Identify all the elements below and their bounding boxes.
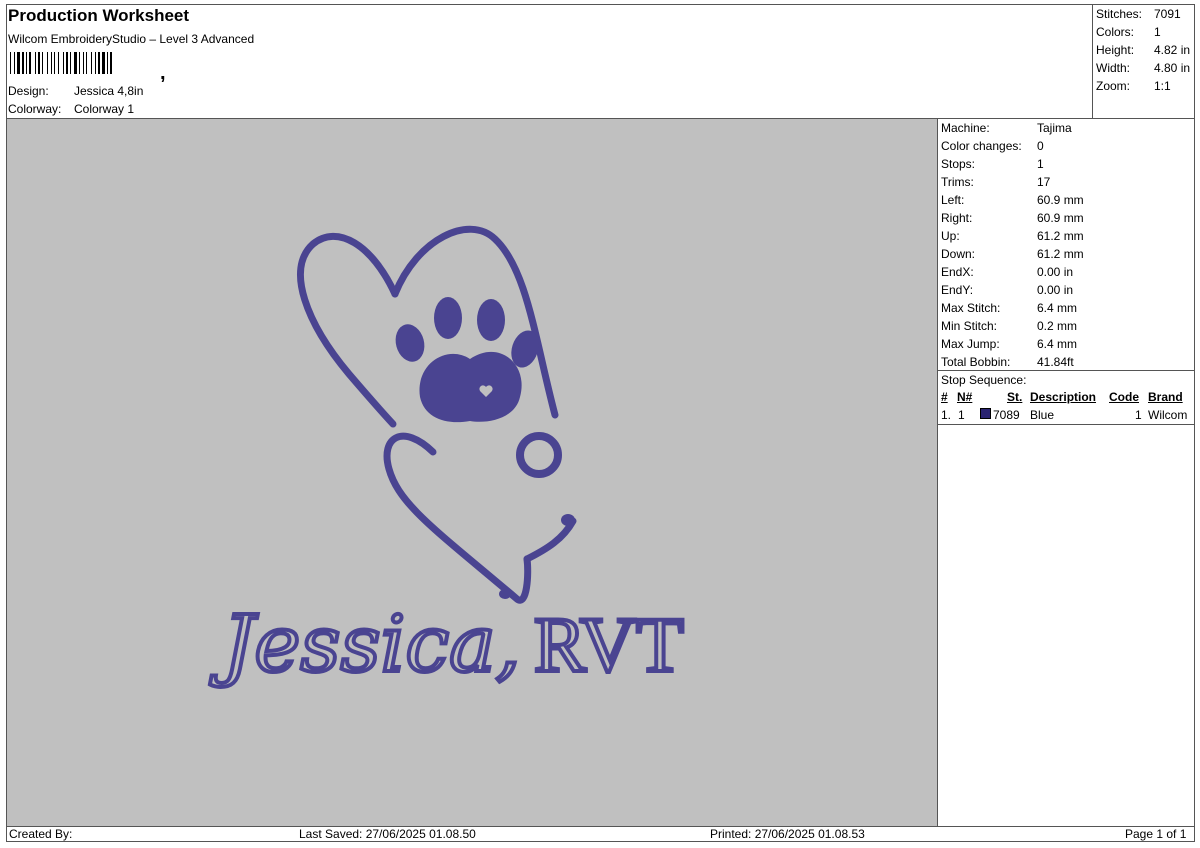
stop-row-description: Blue <box>1030 408 1055 422</box>
paw-print-icon <box>395 297 539 423</box>
detail-row: Min Stitch: 0.2 mm <box>941 319 1077 333</box>
divider <box>937 118 938 826</box>
detail-value: 60.9 mm <box>1037 193 1084 207</box>
detail-label: Left: <box>941 193 965 207</box>
software-subtitle: Wilcom EmbroideryStudio – Level 3 Advanc… <box>8 32 255 46</box>
stat-value: 1 <box>1154 25 1161 39</box>
printed-date: Printed: 27/06/2025 01.08.53 <box>710 827 865 841</box>
detail-label: Max Stitch: <box>941 301 1001 315</box>
stat-label: Colors: <box>1096 25 1135 39</box>
design-row: Design: Jessica 4,8in <box>8 84 143 98</box>
detail-row: EndY: 0.00 in <box>941 283 1073 297</box>
stat-value: 7091 <box>1154 7 1181 21</box>
design-value: Jessica 4,8in <box>74 84 144 98</box>
detail-row: Color changes: 0 <box>941 139 1044 153</box>
detail-value: 17 <box>1037 175 1051 189</box>
color-swatch <box>980 408 991 419</box>
detail-value: 1 <box>1037 157 1044 171</box>
detail-value: 0.00 in <box>1037 283 1074 297</box>
detail-value: 41.84ft <box>1037 355 1074 369</box>
created-by: Created By: <box>9 827 73 841</box>
col-brand: Brand <box>1148 390 1183 404</box>
detail-value: 0.2 mm <box>1037 319 1078 333</box>
design-preview-canvas: Jessica, RVT <box>7 119 937 826</box>
detail-row: Up: 61.2 mm <box>941 229 1084 243</box>
stat-value: 4.82 in <box>1154 43 1191 57</box>
detail-label: Total Bobbin: <box>941 355 1011 369</box>
detail-label: Trims: <box>941 175 974 189</box>
page-title: Production Worksheet <box>8 6 190 25</box>
stat-colors: Colors: 1 <box>1096 25 1161 39</box>
stat-value: 1:1 <box>1154 79 1171 93</box>
col-needle: N# <box>957 390 973 404</box>
detail-label: EndX: <box>941 265 974 279</box>
detail-label: Up: <box>941 229 960 243</box>
colorway-label: Colorway: <box>8 102 62 116</box>
stat-zoom: Zoom: 1:1 <box>1096 79 1171 93</box>
stat-label: Zoom: <box>1096 79 1131 93</box>
detail-row: Down: 61.2 mm <box>941 247 1084 261</box>
last-saved: Last Saved: 27/06/2025 01.08.50 <box>299 827 476 841</box>
detail-value: 6.4 mm <box>1037 337 1078 351</box>
detail-row: EndX: 0.00 in <box>941 265 1073 279</box>
stop-row-code: 1 <box>1135 408 1142 422</box>
detail-row: Max Stitch: 6.4 mm <box>941 301 1077 315</box>
barcode: , <box>10 52 166 82</box>
detail-row: Machine: Tajima <box>941 121 1072 135</box>
detail-value: 60.9 mm <box>1037 211 1084 225</box>
chest-piece-icon <box>516 432 562 478</box>
embroidery-design: Jessica, RVT <box>207 225 686 692</box>
stat-label: Stitches: <box>1096 7 1143 21</box>
stat-label: Height: <box>1096 43 1135 57</box>
col-stitches: St. <box>1007 390 1023 404</box>
detail-label: Down: <box>941 247 976 261</box>
stat-height: Height: 4.82 in <box>1096 43 1190 57</box>
detail-row: Total Bobbin: 41.84ft <box>941 355 1074 369</box>
stat-width: Width: 4.80 in <box>1096 61 1190 75</box>
detail-label: Machine: <box>941 121 990 135</box>
detail-value: 0 <box>1037 139 1044 153</box>
detail-label: Right: <box>941 211 973 225</box>
detail-row: Stops: 1 <box>941 157 1044 171</box>
detail-value: 61.2 mm <box>1037 229 1084 243</box>
detail-row: Max Jump: 6.4 mm <box>941 337 1077 351</box>
detail-value: Tajima <box>1037 121 1072 135</box>
detail-label: Min Stitch: <box>941 319 998 333</box>
stats-panel: Stitches: 7091 Colors: 1 Height: 4.82 in Wi… <box>1092 4 1195 118</box>
svg-text:,: , <box>160 62 166 82</box>
design-label: Design: <box>8 84 49 98</box>
col-hash: # <box>941 390 948 404</box>
divider <box>6 826 1195 827</box>
divider <box>938 370 1195 371</box>
colorway-row: Colorway: Colorway 1 <box>8 102 134 116</box>
stat-label: Width: <box>1096 61 1131 75</box>
design-credential: RVT <box>534 601 684 688</box>
detail-label: Stops: <box>941 157 976 171</box>
detail-value: 6.4 mm <box>1037 301 1078 315</box>
earpiece-tip <box>561 514 575 526</box>
page-number: Page 1 of 1 <box>1125 827 1187 841</box>
stat-value: 4.80 in <box>1154 61 1191 75</box>
stat-stitches: Stitches: 7091 <box>1096 7 1181 21</box>
worksheet-header: Production Worksheet Wilcom EmbroiderySt… <box>6 4 1092 118</box>
stop-sequence-title: Stop Sequence: <box>941 373 1027 387</box>
detail-label: Color changes: <box>941 139 1022 153</box>
detail-value: 0.00 in <box>1037 265 1074 279</box>
stop-row-brand: Wilcom <box>1148 408 1188 422</box>
detail-row: Right: 60.9 mm <box>941 211 1084 225</box>
col-code: Code <box>1109 390 1139 404</box>
col-description: Description <box>1030 390 1097 404</box>
detail-label: EndY: <box>941 283 974 297</box>
colorway-value: Colorway 1 <box>74 102 135 116</box>
earpiece-tip <box>499 589 511 599</box>
divider <box>938 424 1195 425</box>
stop-row-stitches: 7089 <box>993 408 1020 422</box>
stop-row-needle: 1 <box>958 408 965 422</box>
design-name-script: Jessica, <box>209 600 520 690</box>
detail-row: Trims: 17 <box>941 175 1050 189</box>
detail-label: Max Jump: <box>941 337 1000 351</box>
stop-row-index: 1. <box>941 408 952 422</box>
detail-value: 61.2 mm <box>1037 247 1084 261</box>
detail-row: Left: 60.9 mm <box>941 193 1084 207</box>
